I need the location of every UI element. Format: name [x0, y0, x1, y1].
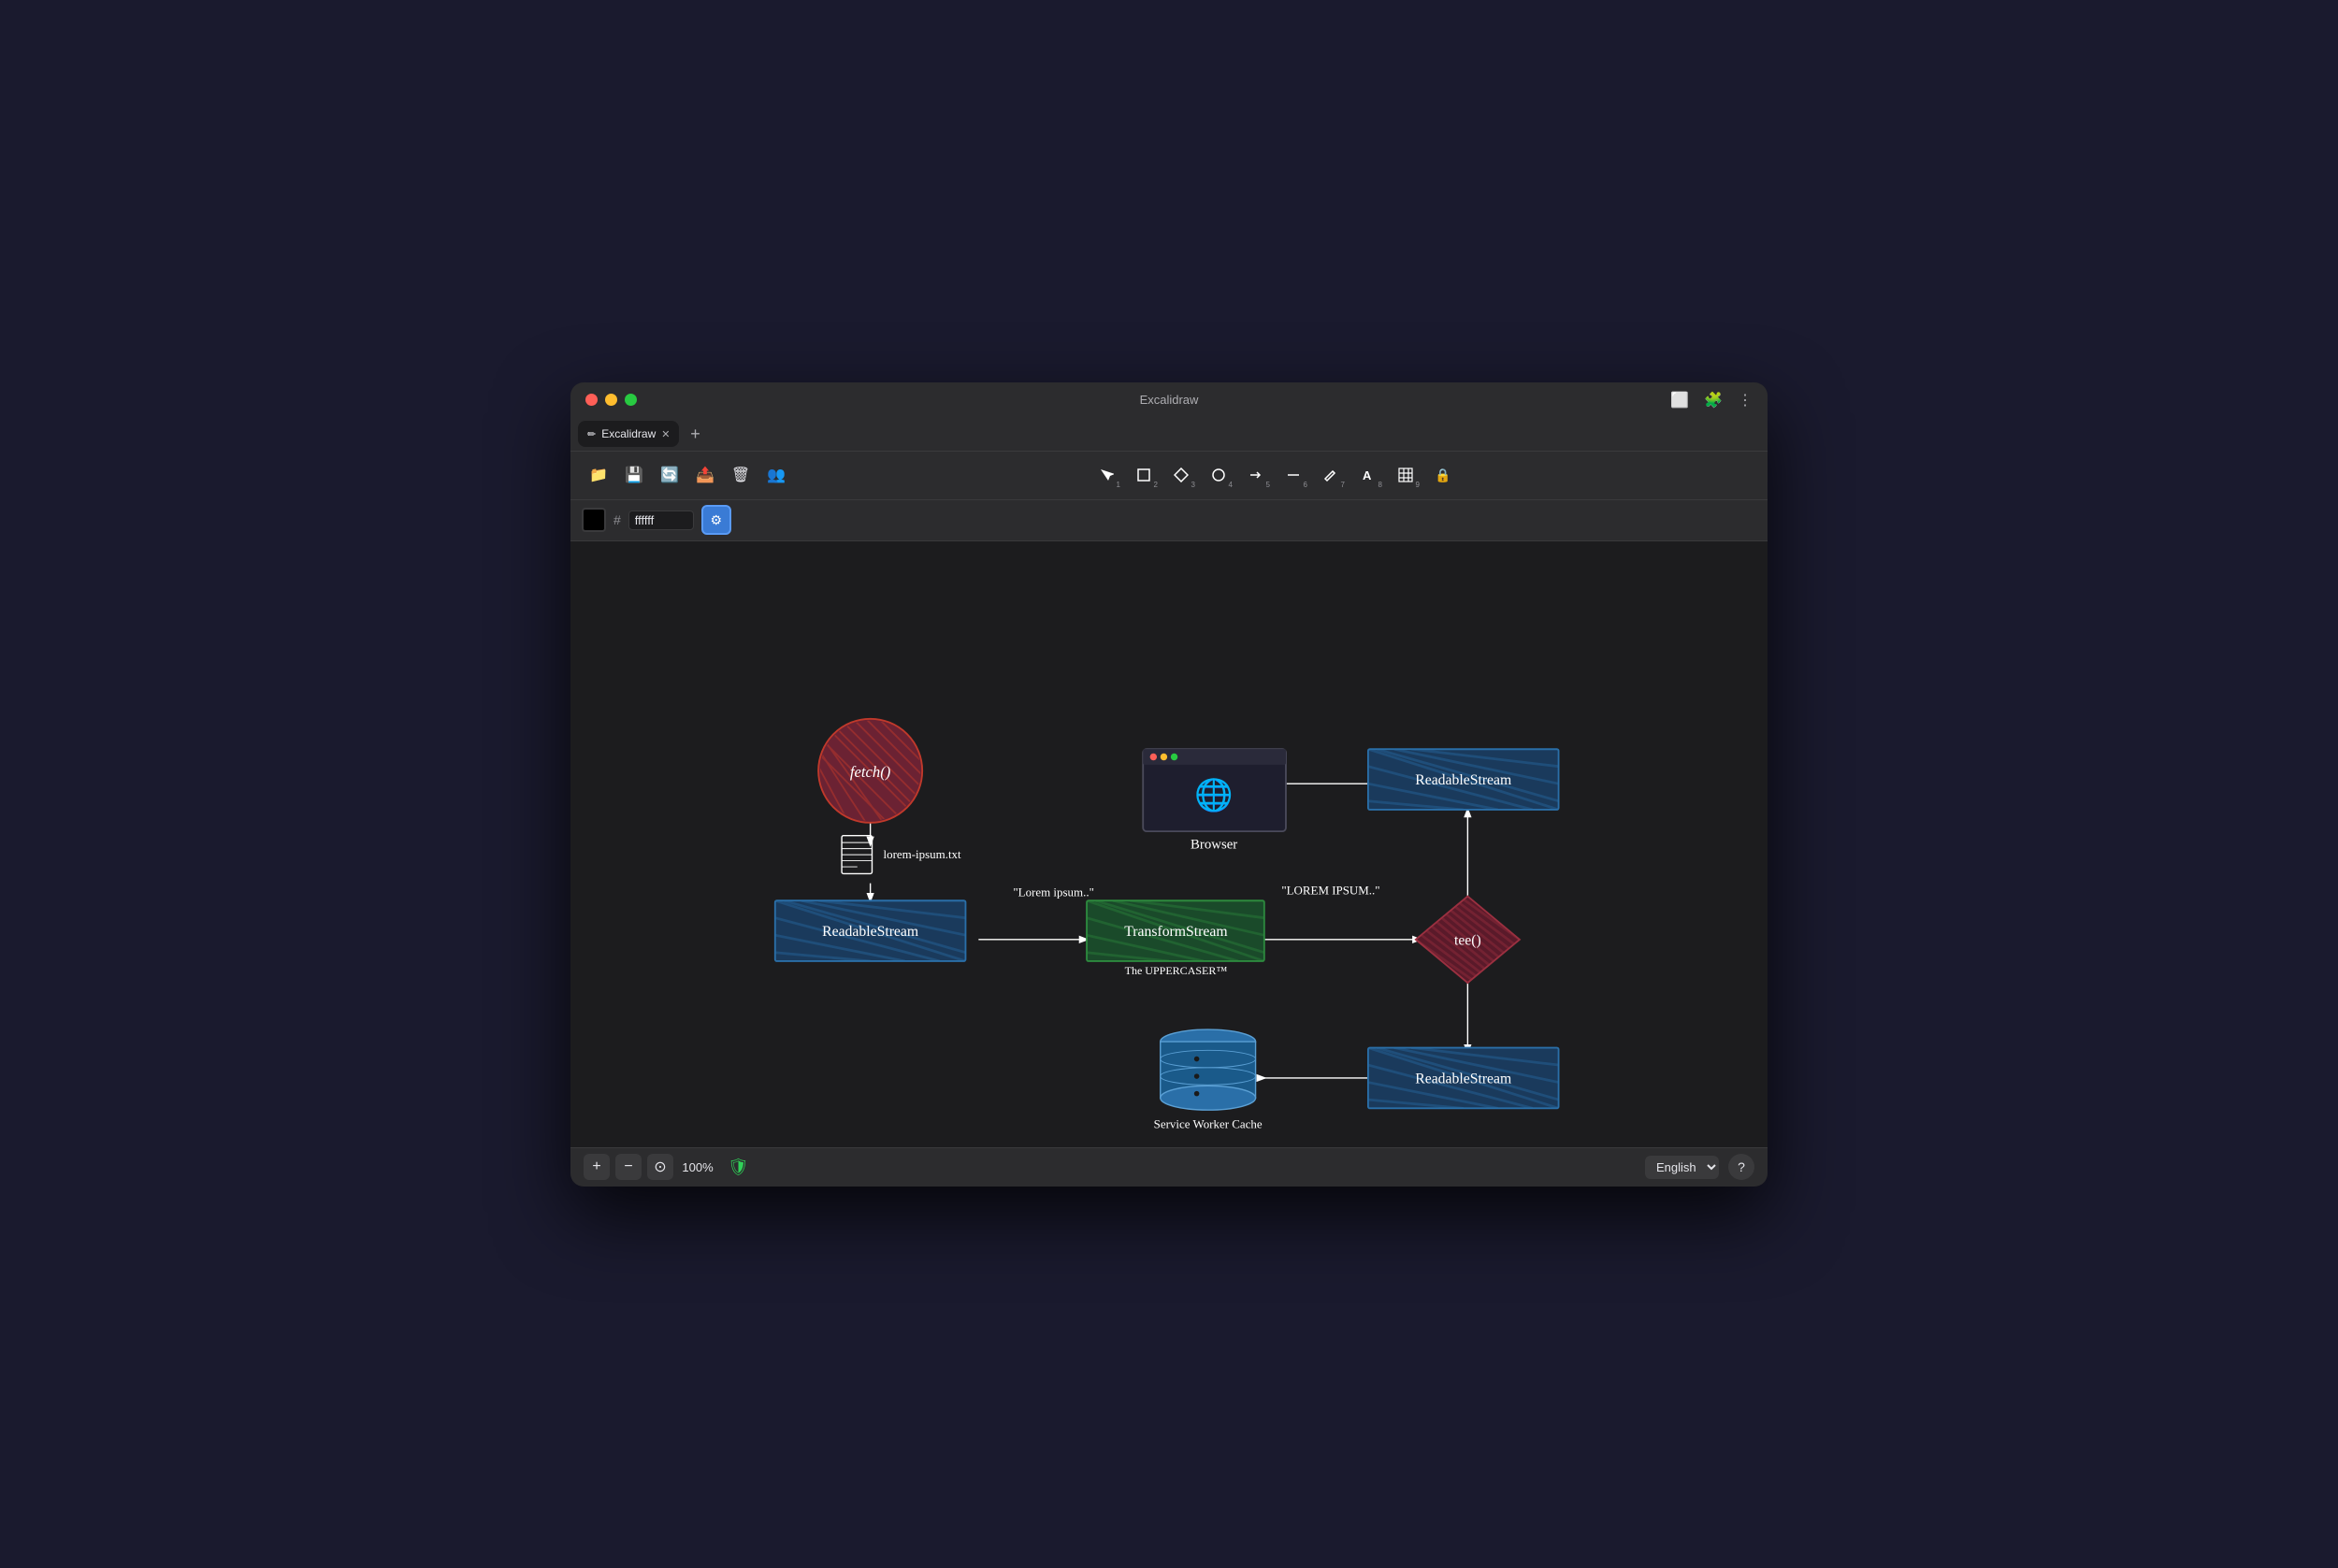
mac-window: Excalidraw ⬜ 🧩 ⋮ ✏ Excalidraw ✕ + 📁 💾 🔄 …: [570, 382, 1768, 1187]
text-tool[interactable]: A 8: [1350, 457, 1386, 493]
zoom-in-button[interactable]: +: [584, 1154, 610, 1180]
hash-label: #: [613, 512, 621, 527]
open-button[interactable]: 📁: [582, 458, 615, 492]
tab-label: Excalidraw: [601, 427, 656, 440]
svg-text:Browser: Browser: [1191, 837, 1237, 852]
pencil-tool[interactable]: 7: [1313, 457, 1349, 493]
new-document-icon[interactable]: ⬜: [1670, 391, 1689, 410]
delete-button[interactable]: 🗑: [724, 458, 758, 492]
tool-group: 1 2 3 4 5 6 7: [795, 457, 1754, 493]
zoom-controls: + − ⊙ 100% 🛡: [584, 1154, 749, 1180]
svg-text:🌐: 🌐: [1194, 776, 1233, 813]
diagram-svg: fetch() lorem-ipsum.txt: [570, 541, 1768, 1147]
traffic-lights: [570, 394, 637, 406]
tab-excalidraw[interactable]: ✏ Excalidraw ✕: [578, 421, 679, 447]
toolbar: 📁 💾 🔄 📤 🗑 👥 1 2 3 4: [570, 452, 1768, 500]
svg-text:Service Worker Cache: Service Worker Cache: [1154, 1116, 1263, 1130]
arrow-tool[interactable]: 5: [1238, 457, 1274, 493]
save-button[interactable]: 💾: [617, 458, 651, 492]
lock-tool[interactable]: 🔒: [1425, 457, 1461, 493]
svg-text:ReadableStream: ReadableStream: [1415, 1071, 1511, 1086]
zoom-out-button[interactable]: −: [615, 1154, 642, 1180]
minimize-button[interactable]: [605, 394, 617, 406]
svg-text:"LOREM IPSUM..": "LOREM IPSUM..": [1281, 883, 1379, 897]
select-tool[interactable]: 1: [1089, 457, 1124, 493]
window-title: Excalidraw: [1140, 393, 1199, 407]
svg-text:TransformStream: TransformStream: [1124, 924, 1227, 940]
tab-favicon: ✏: [587, 428, 596, 440]
tab-bar: ✏ Excalidraw ✕ +: [570, 418, 1768, 452]
fit-to-screen-button[interactable]: ⊙: [647, 1154, 673, 1180]
export-button[interactable]: 🔄: [653, 458, 686, 492]
title-bar: Excalidraw ⬜ 🧩 ⋮: [570, 382, 1768, 418]
puzzle-icon[interactable]: 🧩: [1704, 391, 1723, 410]
settings-gear-button[interactable]: ⚙: [701, 505, 731, 535]
svg-text:ReadableStream: ReadableStream: [822, 924, 918, 940]
diamond-tool[interactable]: 3: [1163, 457, 1199, 493]
table-tool[interactable]: 9: [1388, 457, 1423, 493]
circle-tool[interactable]: 4: [1201, 457, 1236, 493]
zoom-level: 100%: [679, 1160, 716, 1174]
bottom-bar: + − ⊙ 100% 🛡 English ?: [570, 1147, 1768, 1187]
svg-text:"Lorem ipsum..": "Lorem ipsum..": [1013, 885, 1094, 899]
svg-text:ReadableStream: ReadableStream: [1415, 772, 1511, 788]
svg-text:lorem-ipsum.txt: lorem-ipsum.txt: [884, 846, 962, 860]
bottom-right: English ?: [1645, 1154, 1754, 1180]
tab-close-button[interactable]: ✕: [661, 428, 670, 440]
stroke-color-swatch[interactable]: [582, 508, 606, 532]
rectangle-tool[interactable]: 2: [1126, 457, 1162, 493]
more-options-icon[interactable]: ⋮: [1738, 391, 1753, 410]
svg-text:The UPPERCASER™: The UPPERCASER™: [1125, 963, 1228, 976]
close-button[interactable]: [585, 394, 598, 406]
new-tab-button[interactable]: +: [683, 422, 707, 446]
color-input[interactable]: [628, 511, 694, 530]
maximize-button[interactable]: [625, 394, 637, 406]
language-select[interactable]: English: [1645, 1156, 1719, 1179]
help-button[interactable]: ?: [1728, 1154, 1754, 1180]
title-bar-actions: ⬜ 🧩 ⋮: [1670, 391, 1768, 410]
shield-icon: 🛡: [728, 1158, 749, 1177]
svg-text:fetch(): fetch(): [850, 762, 891, 780]
color-bar: # ⚙: [570, 500, 1768, 541]
svg-text:tee(): tee(): [1454, 932, 1481, 948]
svg-text:A: A: [1363, 468, 1372, 482]
canvas-area[interactable]: fetch() lorem-ipsum.txt: [570, 541, 1768, 1147]
collaborate-button[interactable]: 👥: [759, 458, 793, 492]
import-button[interactable]: 📤: [688, 458, 722, 492]
line-tool[interactable]: 6: [1276, 457, 1311, 493]
